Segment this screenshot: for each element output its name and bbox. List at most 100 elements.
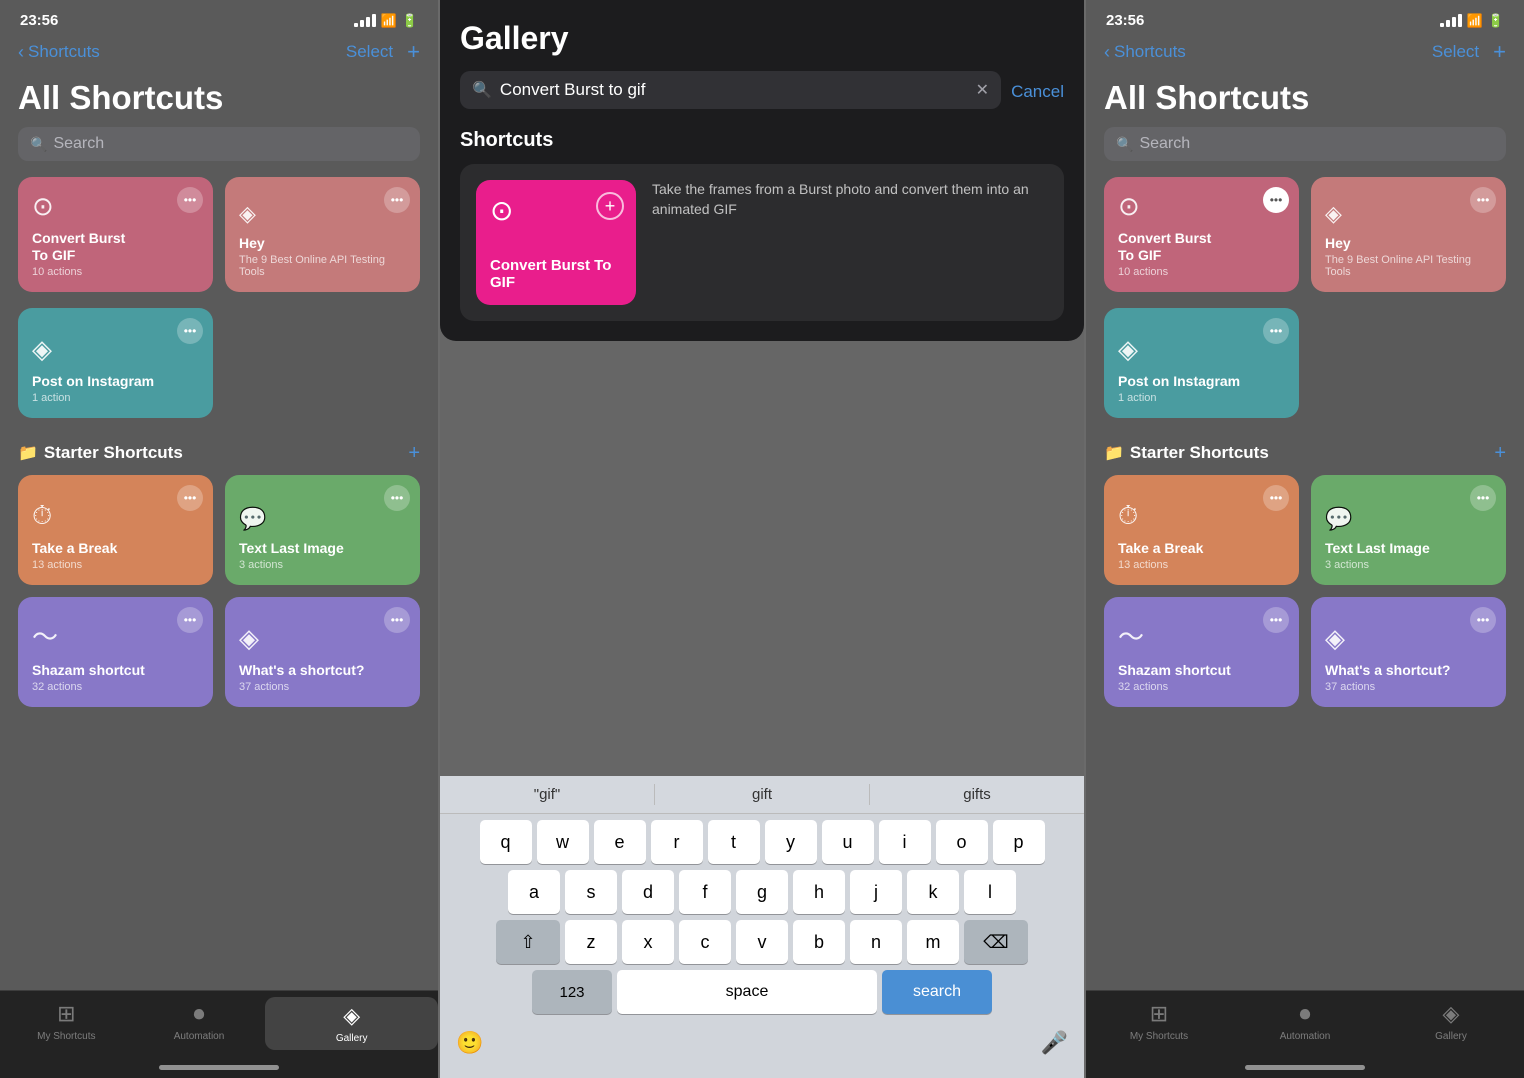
key-b[interactable]: b <box>793 920 845 964</box>
add-shortcut-button-left[interactable]: + <box>407 39 420 65</box>
add-section-button-left[interactable]: + <box>408 442 420 465</box>
key-q[interactable]: q <box>480 820 532 864</box>
key-search[interactable]: search <box>882 970 992 1014</box>
key-shift[interactable]: ⇧ <box>496 920 560 964</box>
title-text-last-left: Text Last Image <box>239 540 406 557</box>
shortcut-result-item[interactable]: ⊙ + Convert Burst To GIF Take the frames… <box>460 164 1064 321</box>
shortcut-whats-right[interactable]: ••• ◈ What's a shortcut? 37 actions <box>1311 597 1506 707</box>
icon-shazam-left: 〜 <box>32 617 199 654</box>
key-space[interactable]: space <box>617 970 877 1014</box>
key-k[interactable]: k <box>907 870 959 914</box>
emoji-button[interactable]: 🙂 <box>456 1030 483 1056</box>
tab-automation-right[interactable]: ⏺ Automation <box>1232 1001 1378 1042</box>
card-subtitle-instagram-left: 1 action <box>32 392 199 404</box>
status-icons-right: 📶 🔋 <box>1440 13 1504 29</box>
add-section-button-right[interactable]: + <box>1494 442 1506 465</box>
key-e[interactable]: e <box>594 820 646 864</box>
shortcuts-grid-left: ••• ⊙ Convert BurstTo GIF 10 actions •••… <box>0 177 438 308</box>
result-card[interactable]: ⊙ + Convert Burst To GIF <box>476 180 636 305</box>
gallery-search-clear-button[interactable]: ✕ <box>976 80 989 100</box>
tab-icon-shortcuts-left: ⊞ <box>57 1001 75 1027</box>
tab-my-shortcuts-right[interactable]: ⊞ My Shortcuts <box>1086 1001 1232 1042</box>
gallery-cancel-button[interactable]: Cancel <box>1011 82 1064 102</box>
signal-bar-r1 <box>1440 23 1444 27</box>
key-d[interactable]: d <box>622 870 674 914</box>
key-r[interactable]: r <box>651 820 703 864</box>
card-title-convert-burst-right: Convert BurstTo GIF <box>1118 230 1285 264</box>
shortcut-shazam-left[interactable]: ••• 〜 Shazam shortcut 32 actions <box>18 597 213 707</box>
key-f[interactable]: f <box>679 870 731 914</box>
key-s[interactable]: s <box>565 870 617 914</box>
key-z[interactable]: z <box>565 920 617 964</box>
search-bar-right[interactable]: 🔍 Search <box>1104 127 1506 161</box>
back-button-left[interactable]: ‹ Shortcuts <box>18 42 100 63</box>
tab-gallery-right[interactable]: ◈ Gallery <box>1378 1001 1524 1042</box>
key-p[interactable]: p <box>993 820 1045 864</box>
gallery-search-bar[interactable]: 🔍 ✕ <box>460 71 1001 109</box>
home-indicator-right <box>1245 1065 1365 1070</box>
key-l[interactable]: l <box>964 870 1016 914</box>
icon-take-break-right: ⏱ <box>1118 500 1285 532</box>
shortcut-text-last-right[interactable]: ••• 💬 Text Last Image 3 actions <box>1311 475 1506 585</box>
key-i[interactable]: i <box>879 820 931 864</box>
autocomplete-bar[interactable]: "gif" gift gifts <box>440 776 1084 814</box>
keyboard-bottom-bar: 🙂 🎤 <box>440 1022 1084 1068</box>
shortcut-card-hey-right[interactable]: ••• ◈ Hey The 9 Best Online API Testing … <box>1311 177 1506 292</box>
signal-bar-2 <box>360 20 364 27</box>
keyboard-row-3: ⇧ z x c v b n m ⌫ <box>440 914 1084 964</box>
back-button-right[interactable]: ‹ Shortcuts <box>1104 42 1186 63</box>
key-y[interactable]: y <box>765 820 817 864</box>
key-numbers[interactable]: 123 <box>532 970 612 1014</box>
key-h[interactable]: h <box>793 870 845 914</box>
shortcut-take-break-right[interactable]: ••• ⏱ Take a Break 13 actions <box>1104 475 1299 585</box>
shortcut-take-break-left[interactable]: ••• ⏱ Take a Break 13 actions <box>18 475 213 585</box>
shortcut-text-last-left[interactable]: ••• 💬 Text Last Image 3 actions <box>225 475 420 585</box>
key-n[interactable]: n <box>850 920 902 964</box>
search-bar-left[interactable]: 🔍 Search <box>18 127 420 161</box>
result-card-add-button[interactable]: + <box>596 192 624 220</box>
key-g[interactable]: g <box>736 870 788 914</box>
gallery-modal-title: Gallery <box>460 20 1064 57</box>
shortcut-card-convert-burst-left[interactable]: ••• ⊙ Convert BurstTo GIF 10 actions <box>18 177 213 292</box>
add-shortcut-button-right[interactable]: + <box>1493 39 1506 65</box>
key-m[interactable]: m <box>907 920 959 964</box>
nav-actions-right: Select + <box>1432 39 1506 65</box>
signal-bars <box>354 14 376 27</box>
shortcut-card-instagram-right[interactable]: ••• ◈ Post on Instagram 1 action <box>1104 308 1299 418</box>
shortcut-shazam-right[interactable]: ••• 〜 Shazam shortcut 32 actions <box>1104 597 1299 707</box>
shortcut-card-hey-left[interactable]: ••• ◈ Hey The 9 Best Online API Testing … <box>225 177 420 292</box>
select-button-left[interactable]: Select <box>346 42 393 62</box>
tab-icon-shortcuts-right: ⊞ <box>1150 1001 1168 1027</box>
back-label-right: Shortcuts <box>1114 42 1186 62</box>
shortcut-whats-left[interactable]: ••• ◈ What's a shortcut? 37 actions <box>225 597 420 707</box>
key-a[interactable]: a <box>508 870 560 914</box>
key-c[interactable]: c <box>679 920 731 964</box>
key-t[interactable]: t <box>708 820 760 864</box>
key-j[interactable]: j <box>850 870 902 914</box>
tab-icon-automation-left: ⏺ <box>194 1001 205 1027</box>
key-w[interactable]: w <box>537 820 589 864</box>
shortcuts-grid-right: ••• ⊙ Convert BurstTo GIF 10 actions •••… <box>1086 177 1524 308</box>
keyboard[interactable]: "gif" gift gifts q w e r t y u i o p a s… <box>440 776 1084 1078</box>
tab-gallery-left[interactable]: ◈ Gallery <box>265 997 438 1050</box>
key-delete[interactable]: ⌫ <box>964 920 1028 964</box>
tab-my-shortcuts-left[interactable]: ⊞ My Shortcuts <box>0 1001 133 1042</box>
shortcut-card-instagram-left[interactable]: ••• ◈ Post on Instagram 1 action <box>18 308 213 418</box>
autocomplete-gif-quoted[interactable]: "gif" <box>440 784 655 805</box>
card-icon-instagram-right: ◈ <box>1118 334 1285 365</box>
key-v[interactable]: v <box>736 920 788 964</box>
tab-automation-left[interactable]: ⏺ Automation <box>133 1001 266 1042</box>
right-phone: 23:56 📶 🔋 ‹ Shortcuts Select + All Short… <box>1084 0 1524 1078</box>
key-u[interactable]: u <box>822 820 874 864</box>
mic-button[interactable]: 🎤 <box>1041 1030 1068 1056</box>
subtitle-take-break-left: 13 actions <box>32 559 199 571</box>
select-button-right[interactable]: Select <box>1432 42 1479 62</box>
autocomplete-gift[interactable]: gift <box>655 784 870 805</box>
key-x[interactable]: x <box>622 920 674 964</box>
gallery-search-input[interactable] <box>500 80 968 100</box>
search-icon-right: 🔍 <box>1116 136 1133 153</box>
keyboard-row-1: q w e r t y u i o p <box>440 814 1084 864</box>
shortcut-card-convert-burst-right[interactable]: ••• ⊙ Convert BurstTo GIF 10 actions <box>1104 177 1299 292</box>
autocomplete-gifts[interactable]: gifts <box>870 784 1084 805</box>
key-o[interactable]: o <box>936 820 988 864</box>
